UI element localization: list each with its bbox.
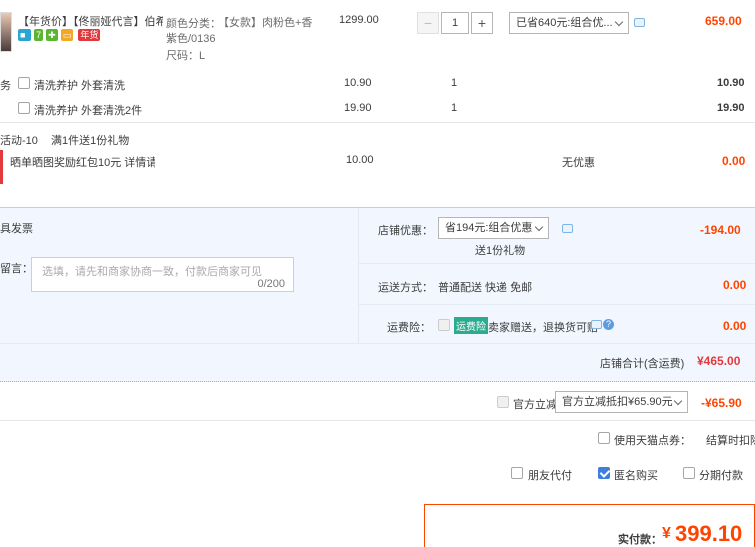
points-tail: 结算时扣除 [706,435,755,447]
official-discount-amount: -¥65.90 [701,396,742,410]
message-label: 留言： [0,263,33,275]
sku-color-value: 【女款】肉粉色+香紫色/0136 [166,17,313,45]
official-discount-select[interactable]: 官方立减抵扣¥65.90元 [555,391,688,413]
service-price: 10.90 [344,77,372,89]
promo-item-label[interactable]: 晒单晒图奖励红包10元 详情请... [10,154,155,170]
plus-icon: ✚ [46,29,58,42]
service-checkbox[interactable] [18,102,30,114]
shop-total-label: 店铺合计(含运费) [600,358,685,370]
chat-icon[interactable] [562,224,573,233]
chevron-down-icon [534,222,544,232]
divider [359,304,755,305]
freight-insurance-desc: 卖家赠送，退换货可赔 [488,322,598,334]
service-price: 19.90 [344,102,372,114]
service-total: 19.90 [717,102,745,114]
shipping-amount: 0.00 [723,278,747,292]
increase-button[interactable]: + [471,12,493,34]
quantity-input[interactable]: 1 [441,12,469,34]
chevron-down-icon [614,17,624,27]
service-qty: 1 [451,102,458,114]
payment-summary-box: 实付款： ¥ 399.10 [424,504,755,547]
promo-title: 活动-10 [0,135,38,147]
product-discount-value: 已省640元:组合优... [516,17,613,29]
points-checkbox[interactable] [598,432,610,444]
promo-discount: 无优惠 [562,157,595,169]
shipping-value[interactable]: 普通配送 快递 免邮 [438,279,532,295]
service-qty: 1 [451,77,458,89]
new-year-badge: 年货 [78,29,101,42]
product-service-icons: ■ 7 ✚ ▭ 年货 [18,29,101,43]
divider [0,420,755,421]
product-title[interactable]: 【年货价】【佟丽娅代言】伯希... [18,13,163,29]
shop-discount-select[interactable]: 省194元:组合优惠 [438,217,549,239]
freight-insurance-tag: 运费险 [454,317,488,334]
official-discount-value: 官方立减抵扣¥65.90元 [562,396,673,408]
shop-discount-label: 店铺优惠： [378,225,433,237]
shipping-label: 运送方式： [378,282,433,294]
product-subtotal: 659.00 [705,14,742,28]
anonymous-checkbox[interactable] [598,467,610,479]
promo-item-marker [0,150,3,184]
promo-total: 0.00 [722,154,746,168]
invoice-label[interactable]: 具发票 [0,220,33,236]
quantity-stepper[interactable]: − 1 + [417,12,493,34]
payment-amount: 399.10 [675,521,743,546]
service-total: 10.90 [717,77,745,89]
points-label: 使用天猫点券： [614,435,691,447]
service-label: 清洗养护 外套清洗2件 [34,105,143,117]
sku-size: 尺码：L [166,50,206,62]
freight-insurance-checkbox[interactable] [438,319,450,331]
shop-discount-value: 省194元:组合优惠 [445,222,533,234]
panel-divider [358,208,359,343]
friend-pay-checkbox[interactable] [511,467,523,479]
decrease-button[interactable]: − [417,12,439,34]
service-checkbox[interactable] [18,77,30,89]
payment-currency: ¥ [662,525,671,542]
divider [0,122,755,123]
unit-price: 1299.00 [339,14,379,26]
message-placeholder: 选填，请先和商家协商一致，付款后商家可见 [42,266,262,278]
help-icon[interactable]: ? [603,319,614,330]
product-discount-select[interactable]: 已省640元:组合优... [509,12,629,34]
promo-price: 10.00 [346,154,374,166]
message-textarea[interactable]: 选填，请先和商家协商一致，付款后商家可见 0/200 [31,257,294,292]
service-label: 清洗养护 外套清洗 [34,80,126,92]
installment-checkbox[interactable] [683,467,695,479]
divider [0,343,755,344]
official-discount-label: 官方立减 [513,399,557,411]
freight-insurance-amount: 0.00 [723,319,747,333]
service-prefix: 务 [0,80,11,92]
chevron-down-icon [673,396,683,406]
anonymous-label: 匿名购买 [614,470,658,482]
installment-label: 分期付款 [699,470,743,482]
seven-day-return-icon: 7 [34,29,44,42]
chat-icon[interactable] [591,320,602,329]
official-discount-checkbox[interactable] [497,396,509,408]
card-icon: ▭ [60,29,74,42]
message-counter: 0/200 [257,278,285,290]
divider [359,263,755,264]
shop-gift: 送1份礼物 [475,245,526,257]
shield-icon: ■ [18,29,31,42]
friend-pay-label: 朋友代付 [528,470,572,482]
shop-discount-amount: -194.00 [700,223,741,237]
promo-desc: 满1件送1份礼物 [51,135,130,147]
shop-total-amount: ¥465.00 [697,354,741,368]
product-thumbnail[interactable] [0,12,12,52]
payment-label: 实付款： [618,534,662,546]
chat-icon[interactable] [634,18,645,27]
freight-insurance-label: 运费险： [387,322,431,334]
